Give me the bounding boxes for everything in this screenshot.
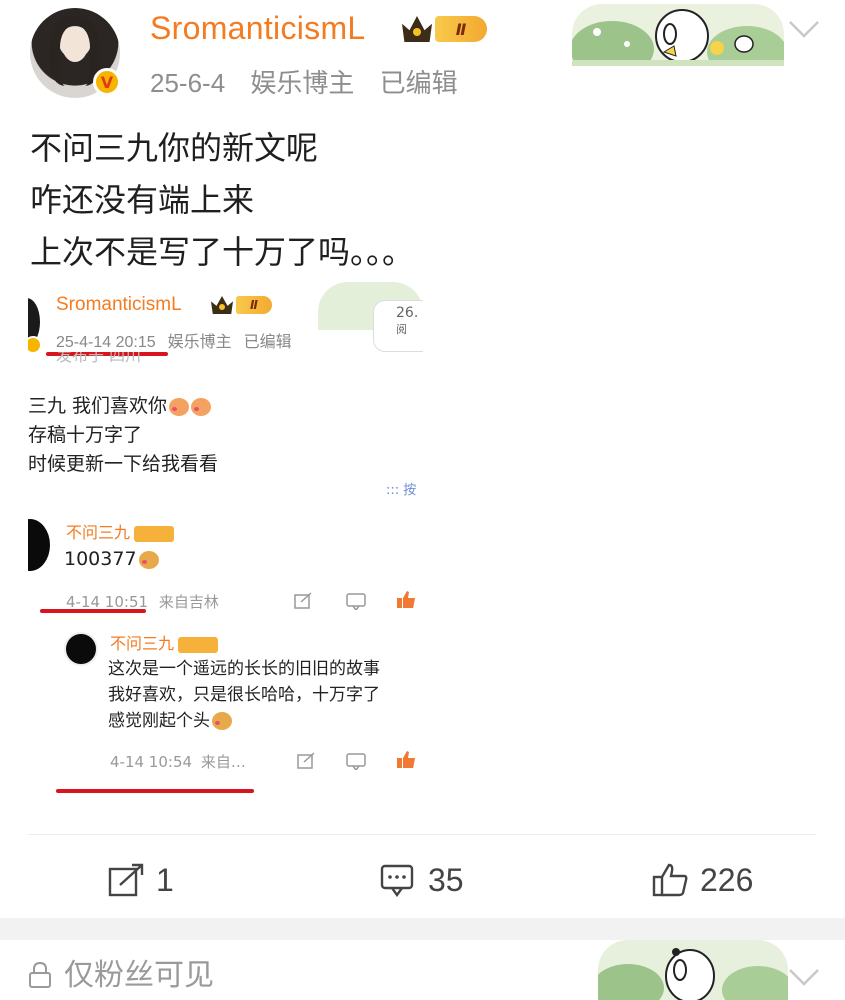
embedded-verified-icon xyxy=(28,336,42,354)
user-role: 娱乐博主 xyxy=(250,68,355,98)
embedded-cut-line: 发布于 四川 xyxy=(56,352,142,364)
thumbs-up-icon xyxy=(652,863,688,897)
red-underline xyxy=(56,789,254,793)
level-badge[interactable]: Ⅱ xyxy=(402,14,487,44)
embedded-role: 娱乐博主 xyxy=(167,334,232,351)
embedded-body-line: 存稿十万字了 xyxy=(28,424,143,446)
reply-username: 不问三九 xyxy=(110,630,219,654)
post-date: 25-6-4 xyxy=(150,68,226,98)
divider xyxy=(28,834,816,835)
comment-icon xyxy=(346,753,366,770)
embedded-views-bubble: 26. 阅 xyxy=(373,300,423,352)
like-icon xyxy=(397,591,415,608)
like-button[interactable]: 226 xyxy=(652,858,753,902)
post-text-line: 上次不是写了十万了吗。。。 xyxy=(30,233,415,271)
comment-icon xyxy=(380,864,414,897)
post-text-line: 不问三九你的新文呢 xyxy=(30,129,319,167)
edited-label[interactable]: 已编辑 xyxy=(380,68,458,98)
username[interactable]: SromanticismL xyxy=(150,10,366,47)
share-icon xyxy=(297,752,315,769)
card-decoration-image xyxy=(572,4,784,66)
comment-icon xyxy=(346,593,366,610)
embedded-more-link: ::: 按 xyxy=(386,483,417,498)
smile-hearts-emoji-icon xyxy=(169,397,190,416)
repost-button[interactable]: 1 xyxy=(108,858,174,902)
embedded-body-line: 三九 我们喜欢你 xyxy=(28,395,168,417)
verified-badge-icon: V xyxy=(93,68,121,96)
embedded-level-badge: Ⅱ xyxy=(211,294,272,316)
reply-avatar xyxy=(64,632,98,666)
repost-icon xyxy=(108,863,144,897)
embedded-body-line: 时候更新一下给我看看 xyxy=(28,453,219,475)
chevron-down-icon[interactable] xyxy=(786,962,822,992)
embedded-meta: 25-4-14 20:15 娱乐博主 已编辑 xyxy=(56,328,304,352)
share-icon xyxy=(294,592,312,609)
fan-badge-icon xyxy=(134,525,175,542)
next-post-visibility: 仅粉丝可见 xyxy=(28,950,214,994)
post-text-line: 咋还没有端上来 xyxy=(30,181,255,219)
comment-count: 35 xyxy=(428,861,464,898)
post-text: 不问三九你的新文呢 咋还没有端上来 上次不是写了十万了吗。。。 xyxy=(30,122,414,278)
card-decoration-image xyxy=(598,940,788,1000)
smile-hearts-emoji-icon xyxy=(191,397,212,416)
like-count: 226 xyxy=(700,861,754,898)
post-meta: 25-6-4 娱乐博主 已编辑 xyxy=(150,63,476,100)
emoji-icon xyxy=(212,712,232,730)
repost-count: 1 xyxy=(156,861,174,898)
embedded-datetime: 25-4-14 20:15 xyxy=(56,334,156,351)
like-icon xyxy=(397,751,415,768)
embedded-edited: 已编辑 xyxy=(243,334,292,351)
reply-time: 4-14 10:54 来自… xyxy=(110,753,246,771)
crown-icon xyxy=(402,16,432,42)
lock-icon xyxy=(28,961,52,988)
fan-badge-icon xyxy=(178,636,219,653)
emoji-icon xyxy=(138,550,159,569)
feed-separator xyxy=(0,918,845,940)
post-image[interactable]: SromanticismL Ⅱ 26. 阅 25-4-14 20:15 娱乐博主已… xyxy=(28,282,423,807)
chevron-down-icon[interactable] xyxy=(786,14,822,44)
crown-icon xyxy=(211,296,233,314)
comment-avatar xyxy=(28,519,50,571)
red-underline xyxy=(40,609,146,613)
embedded-body: 三九 我们喜欢你 存稿十万字了 时候更新一下给我看看 xyxy=(28,392,218,479)
comment-text: 100377 xyxy=(64,548,159,570)
reply-text: 这次是一个遥远的长长的旧旧的故事 我好喜欢，只是很长哈哈，十万字了 感觉刚起个头 xyxy=(108,659,380,731)
embedded-username: SromanticismL xyxy=(56,294,182,315)
comment-button[interactable]: 35 xyxy=(380,858,464,902)
comment-username: 不问三九 xyxy=(66,519,175,543)
